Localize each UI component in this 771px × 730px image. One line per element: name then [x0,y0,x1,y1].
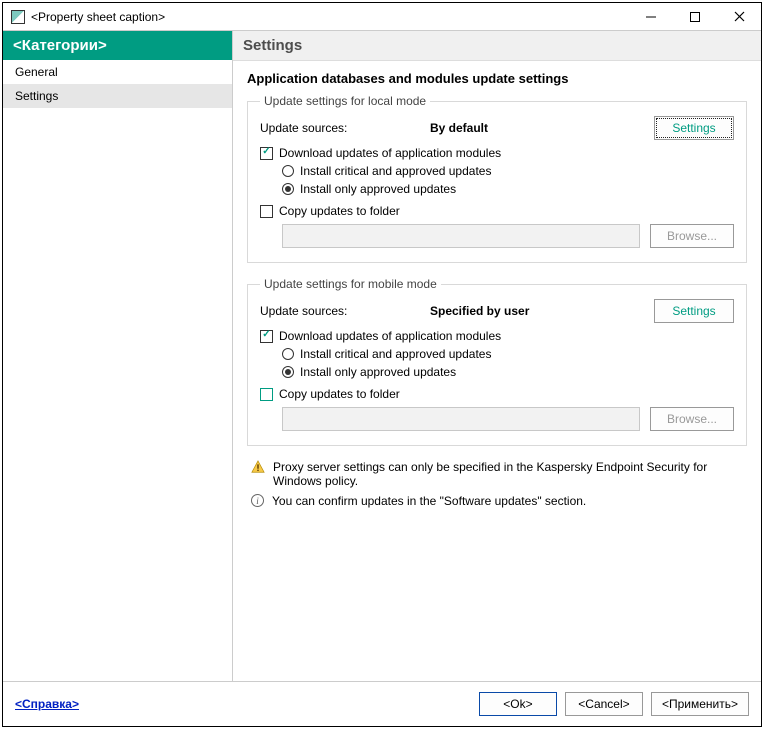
maximize-button[interactable] [673,3,717,31]
mobile-copy-label: Copy updates to folder [279,387,400,401]
button-label: Browse... [667,412,717,426]
sidebar-item-settings[interactable]: Settings [3,84,232,108]
mobile-download-checkbox[interactable] [260,330,273,343]
mobile-sources-value: Specified by user [430,304,654,318]
section-title: Application databases and modules update… [247,71,747,86]
sidebar-item-general[interactable]: General [3,60,232,84]
button-label: Settings [672,304,715,318]
button-label: <Cancel> [578,697,629,711]
button-label: <Применить> [662,697,738,711]
mobile-radio-approved[interactable] [282,366,294,378]
sidebar-header: <Категории> [3,31,232,60]
warning-text: Proxy server settings can only be specif… [273,460,747,488]
local-copy-label: Copy updates to folder [279,204,400,218]
button-label: Settings [672,121,715,135]
button-label: <Ok> [503,697,532,711]
sidebar-item-label: Settings [15,89,58,103]
local-radio-critical-label: Install critical and approved updates [300,164,491,178]
close-button[interactable] [717,3,761,31]
warning-note: Proxy server settings can only be specif… [251,460,747,488]
content-body: Application databases and modules update… [233,61,761,516]
local-sources-label: Update sources: [260,121,430,135]
info-note: i You can confirm updates in the "Softwa… [251,494,747,508]
local-radio-approved[interactable] [282,183,294,195]
group-local-mode: Update settings for local mode Update so… [247,94,747,263]
mobile-download-label: Download updates of application modules [279,329,501,343]
help-link-label: <Справка> [15,697,79,711]
button-label: Browse... [667,229,717,243]
bottom-bar: <Справка> <Ok> <Cancel> <Применить> [3,681,761,726]
local-folder-input[interactable] [282,224,640,248]
info-icon: i [251,494,264,507]
mobile-folder-input[interactable] [282,407,640,431]
mobile-copy-checkbox[interactable] [260,388,273,401]
ok-button[interactable]: <Ok> [479,692,557,716]
sidebar: <Категории> General Settings [3,31,233,681]
mobile-browse-button[interactable]: Browse... [650,407,734,431]
cancel-button[interactable]: <Cancel> [565,692,643,716]
window-controls [629,3,761,31]
group-mobile-legend: Update settings for mobile mode [260,277,441,291]
sidebar-item-label: General [15,65,58,79]
local-settings-button[interactable]: Settings [654,116,734,140]
help-link[interactable]: <Справка> [15,697,79,711]
local-download-label: Download updates of application modules [279,146,501,160]
local-download-checkbox[interactable] [260,147,273,160]
mobile-radio-critical-label: Install critical and approved updates [300,347,491,361]
group-local-legend: Update settings for local mode [260,94,430,108]
content-header: Settings [233,31,761,61]
local-radio-approved-label: Install only approved updates [300,182,456,196]
local-copy-checkbox[interactable] [260,205,273,218]
mobile-sources-label: Update sources: [260,304,430,318]
property-sheet-window: <Property sheet caption> <Категории> Gen… [2,2,762,727]
titlebar: <Property sheet caption> [3,3,761,31]
mobile-settings-button[interactable]: Settings [654,299,734,323]
window-title: <Property sheet caption> [31,10,629,24]
minimize-button[interactable] [629,3,673,31]
info-text: You can confirm updates in the "Software… [272,494,586,508]
local-sources-value: By default [430,121,654,135]
local-browse-button[interactable]: Browse... [650,224,734,248]
main-area: <Категории> General Settings Settings Ap… [3,31,761,681]
warning-icon [251,460,265,474]
group-mobile-mode: Update settings for mobile mode Update s… [247,277,747,446]
apply-button[interactable]: <Применить> [651,692,749,716]
mobile-radio-approved-label: Install only approved updates [300,365,456,379]
content-pane: Settings Application databases and modul… [233,31,761,681]
mobile-radio-critical[interactable] [282,348,294,360]
app-icon [11,10,25,24]
local-radio-critical[interactable] [282,165,294,177]
